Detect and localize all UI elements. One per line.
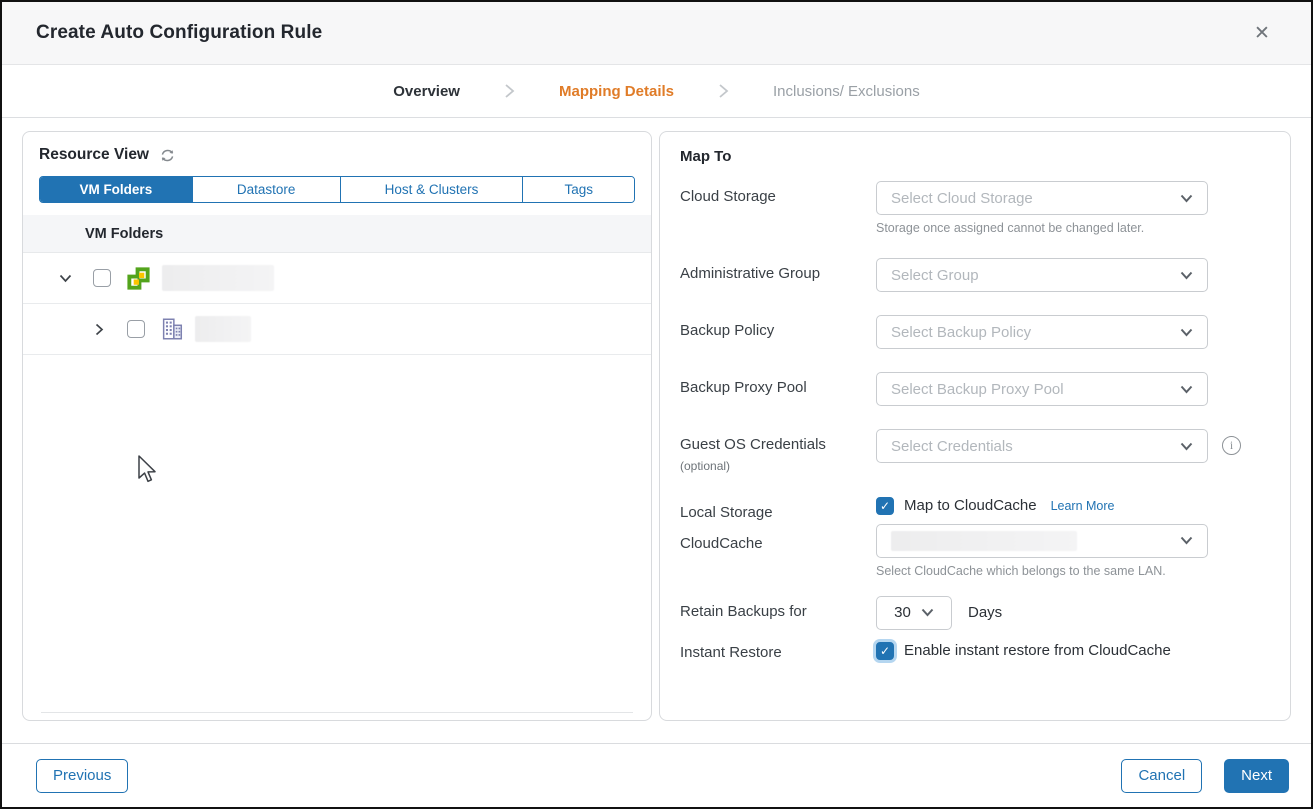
- chevron-down-icon: [1180, 328, 1193, 337]
- backup-proxy-pool-placeholder: Select Backup Proxy Pool: [891, 381, 1064, 398]
- cloud-storage-label: Cloud Storage: [680, 181, 876, 207]
- field-local-storage-cloudcache: Local Storage CloudCache ✓ Map to CloudC…: [680, 497, 1270, 578]
- tab-vm-folders[interactable]: VM Folders: [40, 177, 193, 202]
- refresh-icon[interactable]: [159, 147, 176, 164]
- retain-backups-label: Retain Backups for: [680, 596, 876, 622]
- cloudcache-select[interactable]: [876, 524, 1208, 558]
- chevron-down-icon[interactable]: [57, 270, 73, 286]
- chevron-right-icon[interactable]: [91, 321, 107, 337]
- backup-proxy-pool-select[interactable]: Select Backup Proxy Pool: [876, 372, 1208, 406]
- administrative-group-label: Administrative Group: [680, 258, 876, 284]
- map-to-cloudcache-checkbox[interactable]: ✓: [876, 497, 894, 515]
- retain-days-select[interactable]: 30: [876, 596, 952, 630]
- backup-policy-select[interactable]: Select Backup Policy: [876, 315, 1208, 349]
- cloudcache-helper: Select CloudCache which belongs to the s…: [876, 564, 1270, 578]
- instant-restore-checkbox-label: Enable instant restore from CloudCache: [904, 642, 1171, 659]
- dialog-body: Resource View VM Folders Datastore Host …: [2, 118, 1311, 743]
- close-icon[interactable]: ✕: [1247, 18, 1277, 48]
- chevron-down-icon: [1180, 194, 1193, 203]
- cloudcache-label: CloudCache: [680, 535, 876, 554]
- cloud-storage-placeholder: Select Cloud Storage: [891, 190, 1033, 207]
- resource-view-tabbar: VM Folders Datastore Host & Clusters Tag…: [39, 176, 635, 203]
- dialog-footer: Previous Cancel Next: [2, 743, 1311, 807]
- backup-policy-placeholder: Select Backup Policy: [891, 324, 1031, 341]
- instant-restore-checkbox[interactable]: ✓: [876, 642, 894, 660]
- guest-os-credentials-placeholder: Select Credentials: [891, 438, 1013, 455]
- chevron-right-icon: [718, 83, 729, 99]
- map-to-cloudcache-checkbox-label: Map to CloudCache: [904, 497, 1037, 514]
- retain-days-value: 30: [894, 604, 911, 621]
- learn-more-link[interactable]: Learn More: [1051, 499, 1115, 513]
- tree-row-datacenter[interactable]: [23, 304, 651, 355]
- cloud-storage-select[interactable]: Select Cloud Storage: [876, 181, 1208, 215]
- chevron-right-icon: [504, 83, 515, 99]
- tab-tags[interactable]: Tags: [523, 177, 633, 202]
- row-checkbox[interactable]: [127, 320, 145, 338]
- field-instant-restore: Instant Restore ✓ Enable instant restore…: [680, 637, 1270, 663]
- redacted-text: [891, 531, 1077, 551]
- local-storage-label: Local Storage: [680, 504, 876, 523]
- row-checkbox[interactable]: [93, 269, 111, 287]
- tree-row-vcenter[interactable]: [23, 253, 651, 304]
- redacted-text: [162, 265, 274, 291]
- field-administrative-group: Administrative Group Select Group: [680, 258, 1270, 292]
- backup-proxy-pool-label: Backup Proxy Pool: [680, 372, 876, 398]
- chevron-down-icon: [1180, 271, 1193, 280]
- chevron-down-icon: [1180, 536, 1193, 545]
- previous-button[interactable]: Previous: [36, 759, 128, 793]
- datacenter-icon: [159, 316, 185, 342]
- instant-restore-label: Instant Restore: [680, 637, 876, 663]
- tree-column-header: VM Folders: [23, 215, 651, 253]
- vcenter-icon: [125, 265, 152, 292]
- field-cloud-storage: Cloud Storage Select Cloud Storage Stora…: [680, 181, 1270, 235]
- resource-view-panel: Resource View VM Folders Datastore Host …: [22, 131, 652, 721]
- tab-datastore[interactable]: Datastore: [193, 177, 341, 202]
- map-to-title: Map To: [680, 148, 1270, 165]
- tab-host-and-clusters[interactable]: Host & Clusters: [341, 177, 524, 202]
- chevron-down-icon: [1180, 385, 1193, 394]
- step-inclusions-exclusions[interactable]: Inclusions/ Exclusions: [773, 83, 920, 100]
- administrative-group-select[interactable]: Select Group: [876, 258, 1208, 292]
- guest-os-credentials-optional: (optional): [680, 459, 876, 474]
- administrative-group-placeholder: Select Group: [891, 267, 979, 284]
- dialog-title: Create Auto Configuration Rule: [36, 22, 322, 44]
- wizard-stepper: Overview Mapping Details Inclusions/ Exc…: [2, 65, 1311, 118]
- field-backup-proxy-pool: Backup Proxy Pool Select Backup Proxy Po…: [680, 372, 1270, 406]
- guest-os-credentials-label: Guest OS Credentials: [680, 436, 876, 455]
- days-suffix: Days: [968, 604, 1002, 621]
- chevron-down-icon: [1180, 442, 1193, 451]
- field-retain-backups: Retain Backups for 30 Days: [680, 596, 1270, 630]
- create-auto-configuration-rule-dialog: Create Auto Configuration Rule ✕ Overvie…: [0, 0, 1313, 809]
- cloud-storage-helper: Storage once assigned cannot be changed …: [876, 221, 1270, 235]
- dialog-header: Create Auto Configuration Rule ✕: [2, 2, 1311, 65]
- chevron-down-icon: [921, 608, 934, 617]
- field-backup-policy: Backup Policy Select Backup Policy: [680, 315, 1270, 349]
- field-guest-os-credentials: Guest OS Credentials (optional) Select C…: [680, 429, 1270, 474]
- map-to-panel: Map To Cloud Storage Select Cloud Storag…: [659, 131, 1291, 721]
- redacted-text: [195, 316, 251, 342]
- info-icon[interactable]: i: [1222, 436, 1241, 455]
- step-overview[interactable]: Overview: [393, 83, 460, 100]
- backup-policy-label: Backup Policy: [680, 315, 876, 341]
- guest-os-credentials-select[interactable]: Select Credentials: [876, 429, 1208, 463]
- next-button[interactable]: Next: [1224, 759, 1289, 793]
- resource-view-title: Resource View: [39, 146, 149, 164]
- cancel-button[interactable]: Cancel: [1121, 759, 1202, 793]
- step-mapping-details[interactable]: Mapping Details: [559, 83, 674, 100]
- panel-bottom-divider: [41, 712, 633, 713]
